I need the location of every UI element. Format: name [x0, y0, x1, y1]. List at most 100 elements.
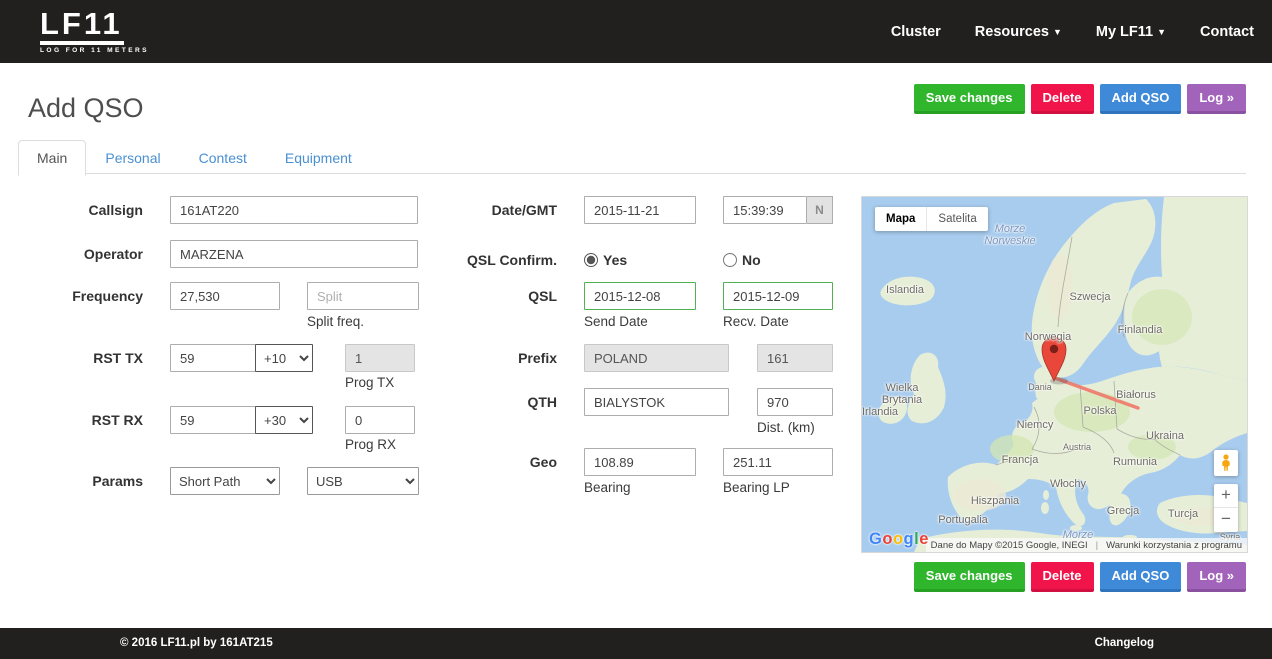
qsl-send-date-input[interactable] — [584, 282, 696, 310]
save-changes-button[interactable]: Save changes — [914, 84, 1025, 114]
prog-tx-input — [345, 344, 415, 372]
logo-underline — [40, 41, 124, 45]
attribution-divider: | — [1096, 540, 1098, 551]
delete-button[interactable]: Delete — [1031, 84, 1094, 114]
rst-rx-label: RST RX — [20, 406, 143, 434]
qsl-confirm-no-radio[interactable] — [723, 253, 737, 267]
bearing-helper: Bearing — [584, 480, 631, 495]
map-type-satellite-button[interactable]: Satelita — [926, 207, 987, 231]
map-terms-link[interactable]: Warunki korzystania z programu — [1106, 540, 1242, 551]
rst-tx-mod-select[interactable]: +10 — [255, 344, 313, 372]
qth-label: QTH — [434, 388, 557, 416]
split-freq-helper: Split freq. — [307, 314, 364, 329]
prog-tx-helper: Prog TX — [345, 375, 394, 390]
split-frequency-input[interactable] — [307, 282, 419, 310]
distance-helper: Dist. (km) — [757, 420, 815, 435]
rst-rx-input[interactable] — [170, 406, 256, 434]
bearing-input[interactable] — [584, 448, 696, 476]
time-now-button[interactable]: N — [807, 196, 833, 224]
prefix-country-input — [584, 344, 729, 372]
map-label-country: Hiszpania — [971, 495, 1019, 507]
pegman-icon — [1220, 454, 1232, 472]
nav-item-label: Contact — [1200, 24, 1254, 40]
map-label-country: Finlandia — [1118, 324, 1163, 336]
time-input[interactable] — [723, 196, 807, 224]
operator-label: Operator — [20, 240, 143, 268]
add-qso-button[interactable]: Add QSO — [1100, 562, 1182, 592]
tab-personal[interactable]: Personal — [86, 140, 179, 176]
map-label-country: Islandia — [886, 284, 924, 296]
date-gmt-label: Date/GMT — [434, 196, 557, 224]
recv-date-helper: Recv. Date — [723, 314, 789, 329]
map-data-credit: Dane do Mapy ©2015 Google, INEGI — [931, 540, 1088, 551]
qsl-confirm-no-label: No — [742, 252, 761, 268]
frequency-input[interactable] — [170, 282, 280, 310]
path-select[interactable]: Short Path — [170, 467, 280, 495]
nav-item-contact[interactable]: Contact — [1200, 24, 1254, 40]
map-type-control: Mapa Satelita — [875, 207, 988, 231]
qsl-confirm-yes-radio[interactable] — [584, 253, 598, 267]
delete-button[interactable]: Delete — [1031, 562, 1094, 592]
operator-input[interactable] — [170, 240, 418, 268]
rst-tx-input[interactable] — [170, 344, 256, 372]
map-label-country: Norwegia — [1025, 331, 1071, 343]
add-qso-button[interactable]: Add QSO — [1100, 84, 1182, 114]
nav-item-my-lf11[interactable]: My LF11▼ — [1096, 24, 1166, 40]
log-button[interactable]: Log » — [1187, 84, 1246, 114]
qsl-confirm-label: QSL Confirm. — [434, 246, 557, 274]
nav-item-label: Resources — [975, 24, 1049, 40]
map-label-country: Dania — [1028, 382, 1052, 392]
prefix-code-input — [757, 344, 833, 372]
callsign-input[interactable] — [170, 196, 418, 224]
google-letter: g — [904, 530, 915, 548]
callsign-label: Callsign — [20, 196, 143, 224]
google-map[interactable]: Morze Norweskie Islandia Szwecja Finland… — [862, 197, 1247, 552]
qsl-confirm-yes[interactable]: Yes — [584, 252, 627, 268]
nav-item-label: Cluster — [891, 24, 941, 40]
prog-rx-input[interactable] — [345, 406, 415, 434]
map-label-country: Włochy — [1050, 478, 1086, 490]
action-buttons-bottom: Save changes Delete Add QSO Log » — [914, 562, 1246, 592]
map-label-country: Austria — [1063, 442, 1091, 452]
qsl-recv-date-input[interactable] — [723, 282, 833, 310]
map-label-country: Francja — [1002, 454, 1039, 466]
zoom-out-button[interactable]: − — [1214, 508, 1238, 532]
nav-item-resources[interactable]: Resources▼ — [975, 24, 1062, 40]
lf11-logo[interactable]: LF11 LOG FOR 11 METERS — [40, 9, 149, 54]
page-footer: © 2016 LF11.pl by 161AT215 Changelog — [0, 628, 1272, 659]
map-label-sea: Morze Norweskie — [979, 223, 1041, 247]
tab-contest[interactable]: Contest — [180, 140, 266, 176]
logo-subtitle: LOG FOR 11 METERS — [40, 47, 149, 54]
log-button[interactable]: Log » — [1187, 562, 1246, 592]
rst-rx-mod-select[interactable]: +30 — [255, 406, 313, 434]
map-label-country: Białorus — [1116, 389, 1156, 401]
changelog-link[interactable]: Changelog — [1095, 637, 1154, 649]
distance-input[interactable] — [757, 388, 833, 416]
map-canvas — [862, 197, 1247, 552]
map-label-country: Ukraina — [1146, 430, 1184, 442]
bearing-lp-input[interactable] — [723, 448, 833, 476]
tab-main[interactable]: Main — [18, 140, 86, 176]
google-letter: G — [869, 530, 882, 548]
nav-item-cluster[interactable]: Cluster — [891, 24, 941, 40]
map-label-country: Szwecja — [1070, 291, 1111, 303]
prog-rx-helper: Prog RX — [345, 437, 396, 452]
map-label-country: Irlandia — [862, 406, 898, 418]
qsl-label: QSL — [434, 282, 557, 310]
pegman-control[interactable] — [1214, 450, 1238, 476]
google-logo[interactable]: Google — [869, 530, 929, 549]
qth-input[interactable] — [584, 388, 729, 416]
save-changes-button[interactable]: Save changes — [914, 562, 1025, 592]
google-letter: e — [919, 530, 929, 548]
page-title: Add QSO — [28, 93, 144, 124]
map-type-map-button[interactable]: Mapa — [875, 207, 926, 231]
qsl-confirm-no[interactable]: No — [723, 252, 761, 268]
tab-equipment[interactable]: Equipment — [266, 140, 371, 176]
nav-item-label: My LF11 — [1096, 24, 1153, 40]
date-input[interactable] — [584, 196, 696, 224]
action-buttons-top: Save changes Delete Add QSO Log » — [914, 84, 1246, 114]
google-letter: o — [882, 530, 893, 548]
mode-select[interactable]: USB — [307, 467, 419, 495]
zoom-in-button[interactable]: + — [1214, 484, 1238, 508]
map-attribution: Dane do Mapy ©2015 Google, INEGI | Warun… — [926, 538, 1247, 552]
